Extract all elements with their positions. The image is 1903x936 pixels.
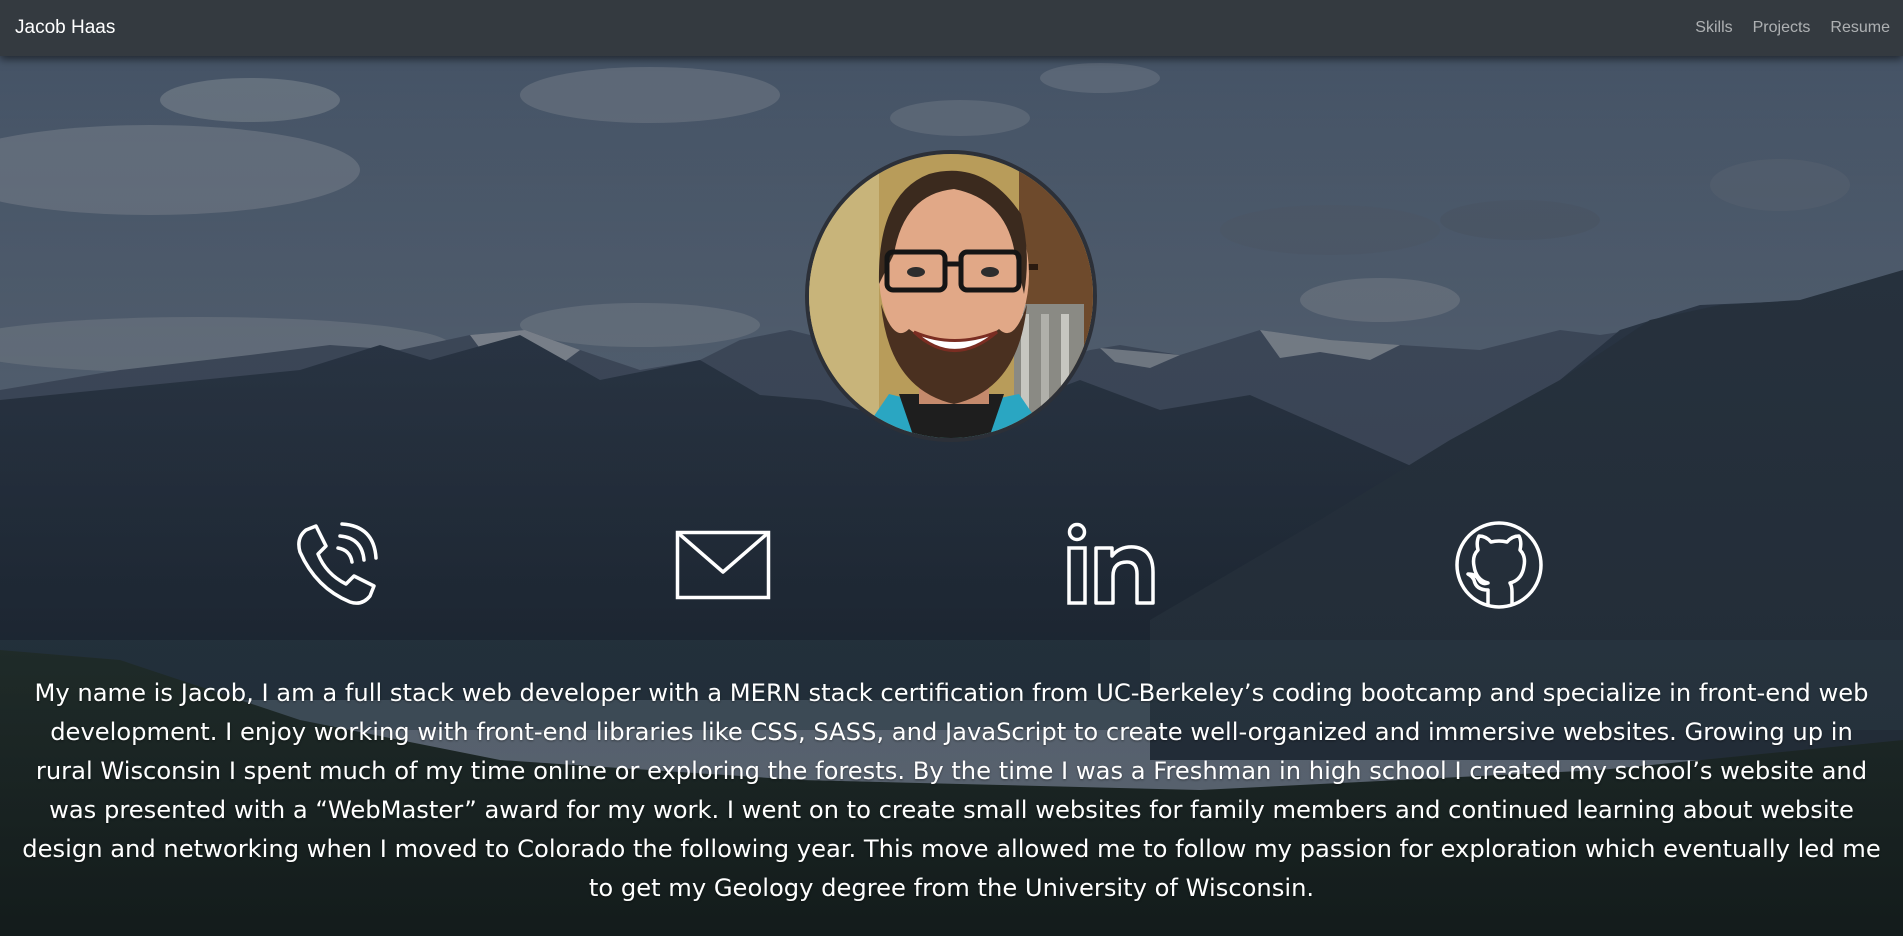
- page: Jacob Haas Skills Projects Resume My nam…: [0, 0, 1903, 936]
- brand-link[interactable]: Jacob Haas: [15, 17, 115, 39]
- envelope-icon[interactable]: [675, 530, 771, 600]
- profile-photo: [805, 150, 1097, 442]
- nav-links: Skills Projects Resume: [1675, 19, 1890, 37]
- nav-link-skills[interactable]: Skills: [1695, 19, 1732, 37]
- nav-link-projects[interactable]: Projects: [1753, 19, 1811, 37]
- navbar: Jacob Haas Skills Projects Resume: [0, 0, 1903, 56]
- linkedin-icon[interactable]: [1066, 522, 1156, 606]
- nav-link-resume[interactable]: Resume: [1830, 19, 1890, 37]
- github-icon[interactable]: [1454, 520, 1544, 610]
- phone-icon[interactable]: [292, 522, 380, 608]
- bio-paragraph: My name is Jacob, I am a full stack web …: [22, 679, 1881, 902]
